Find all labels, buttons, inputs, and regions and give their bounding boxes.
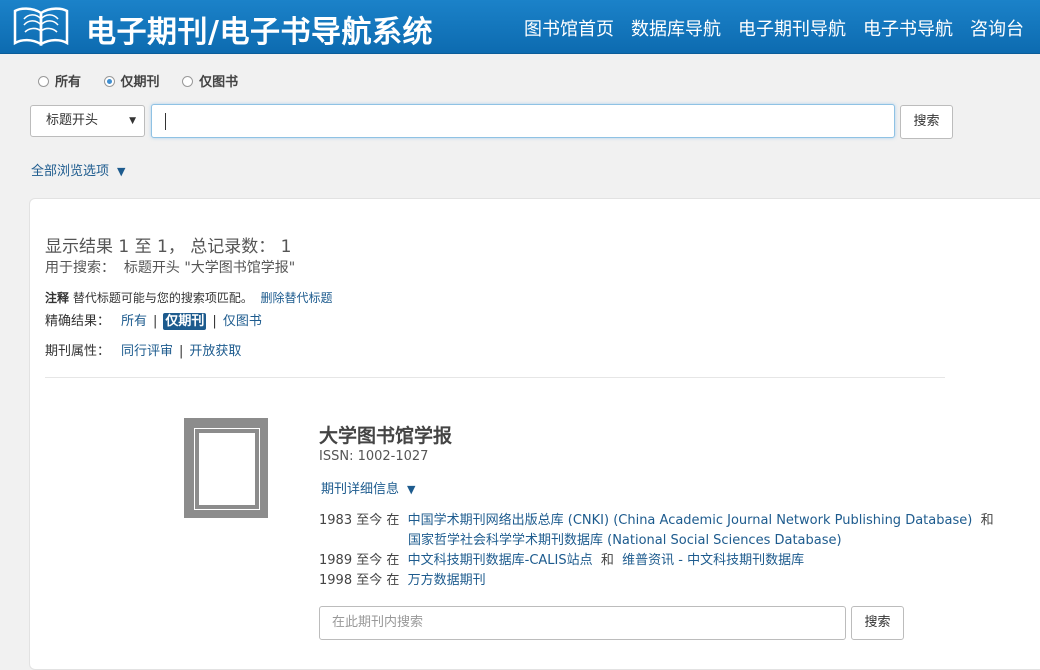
browse-all-label: 全部浏览选项 (31, 164, 110, 179)
nav-ebook-guide[interactable]: 电子书导航 (863, 15, 953, 41)
refine-results: 精确结果： 所有 | 仅期刊 | 仅图书 (45, 310, 262, 330)
coverage-row-continued: 国家哲学社会科学学术期刊数据库 (National Social Science… (408, 529, 842, 548)
dropdown-caret-icon: ▼ (129, 116, 136, 126)
search-field-select[interactable]: 标题开头 ▼ (30, 105, 145, 137)
note-text: 替代标题可能与您的搜索项匹配。 (72, 291, 253, 305)
database-link[interactable]: 国家哲学社会科学学术期刊数据库 (National Social Science… (408, 533, 842, 548)
coverage-range: 1983 至今 在 (319, 513, 400, 528)
top-nav: 图书馆首页 数据库导航 电子期刊导航 电子书导航 咨询台 (524, 15, 1040, 41)
results-count: 显示结果 1 至 1， 总记录数： 1 (45, 237, 292, 257)
scope-all-label: 所有 (55, 75, 82, 90)
triangle-down-icon: ▼ (407, 483, 416, 496)
nav-ejournal-guide[interactable]: 电子期刊导航 (738, 15, 846, 41)
coverage-joiner: 和 (980, 513, 994, 528)
search-within-journal-input[interactable]: 在此期刊内搜索 (319, 606, 846, 640)
refine-journals-active[interactable]: 仅期刊 (163, 313, 207, 330)
triangle-down-icon: ▼ (117, 165, 126, 178)
database-link[interactable]: 中文科技期刊数据库-CALIS站点 (408, 553, 593, 568)
used-search-label: 用于搜索： (45, 260, 115, 276)
scope-journals-radio[interactable]: 仅期刊 (103, 71, 160, 90)
search-input[interactable] (151, 104, 895, 138)
divider (45, 377, 945, 378)
search-scope-group: 所有 仅期刊 仅图书 (38, 71, 256, 90)
search-field-value: 标题开头 (46, 113, 99, 128)
open-access-link[interactable]: 开放获取 (189, 344, 241, 359)
coverage-row: 1989 至今 在 中文科技期刊数据库-CALIS站点 和 维普资讯 - 中文科… (319, 549, 804, 568)
record-title[interactable]: 大学图书馆学报 (319, 421, 452, 448)
database-link[interactable]: 维普资讯 - 中文科技期刊数据库 (622, 553, 804, 568)
record-issn: ISSN: 1002-1027 (319, 449, 429, 464)
journal-attributes: 期刊属性： 同行评审 | 开放获取 (45, 340, 241, 359)
top-header: 电子期刊/电子书导航系统 图书馆首页 数据库导航 电子期刊导航 电子书导航 咨询台 (0, 0, 1040, 54)
alt-title-note: 注释 替代标题可能与您的搜索项匹配。 删除替代标题 (45, 289, 333, 306)
browse-all-options-toggle[interactable]: 全部浏览选项 ▼ (31, 160, 125, 179)
coverage-range: 1998 至今 在 (319, 573, 400, 588)
radio-icon (182, 76, 194, 87)
refine-label: 精确结果： (45, 314, 111, 329)
nav-database-guide[interactable]: 数据库导航 (631, 15, 721, 41)
coverage-row: 1998 至今 在 万方数据期刊 (319, 569, 486, 588)
peer-reviewed-link[interactable]: 同行评审 (121, 344, 173, 359)
refine-all-link[interactable]: 所有 (121, 314, 147, 329)
scope-books-label: 仅图书 (199, 75, 239, 90)
book-placeholder-icon (184, 418, 268, 518)
note-label: 注释 (45, 291, 70, 305)
open-book-logo-icon (13, 7, 69, 47)
radio-selected-icon (103, 76, 115, 87)
search-within-journal-button[interactable]: 搜索 (851, 606, 904, 640)
scope-books-radio[interactable]: 仅图书 (182, 71, 238, 90)
journal-details-label: 期刊详细信息 (321, 482, 400, 497)
attr-label: 期刊属性： (45, 344, 111, 359)
radio-icon (38, 76, 49, 87)
search-button[interactable]: 搜索 (900, 105, 953, 139)
scope-all-radio[interactable]: 所有 (38, 71, 81, 90)
text-cursor (165, 113, 166, 130)
coverage-row: 1983 至今 在 中国学术期刊网络出版总库 (CNKI) (China Aca… (319, 509, 994, 528)
database-link[interactable]: 万方数据期刊 (408, 573, 486, 588)
journal-details-toggle[interactable]: 期刊详细信息 ▼ (321, 478, 415, 497)
used-search-line: 用于搜索： 标题开头 "大学图书馆学报" (45, 257, 295, 277)
used-search-value: 标题开头 "大学图书馆学报" (123, 260, 296, 276)
nav-help-desk[interactable]: 咨询台 (970, 15, 1024, 41)
remove-alt-titles-link[interactable]: 删除替代标题 (261, 291, 333, 305)
scope-journals-label: 仅期刊 (120, 75, 160, 90)
nav-library-home[interactable]: 图书馆首页 (524, 15, 614, 41)
refine-books-link[interactable]: 仅图书 (223, 314, 262, 329)
coverage-joiner: 和 (600, 553, 614, 568)
database-link[interactable]: 中国学术期刊网络出版总库 (CNKI) (China Academic Jour… (408, 513, 973, 528)
app-title: 电子期刊/电子书导航系统 (86, 15, 433, 50)
coverage-range: 1989 至今 在 (319, 553, 400, 568)
